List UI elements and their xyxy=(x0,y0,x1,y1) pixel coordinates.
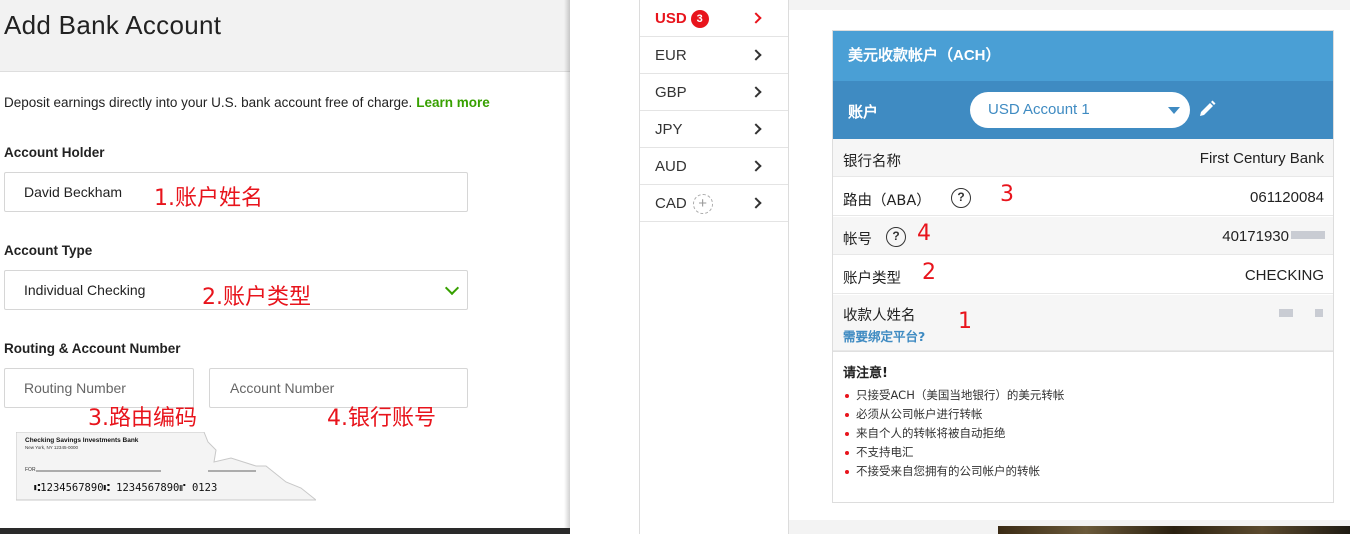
page-title: Add Bank Account xyxy=(4,10,222,40)
card-header: 美元收款帐户（ACH） xyxy=(833,31,1333,81)
chevron-down-icon xyxy=(444,280,460,296)
ach-account-card: 美元收款帐户（ACH） 账户 USD Account 1 银行名称 First … xyxy=(832,30,1334,503)
chevron-right-icon xyxy=(750,197,762,209)
row-key: 路由（ABA） xyxy=(843,193,931,209)
learn-more-link[interactable]: Learn more xyxy=(416,95,490,110)
currency-tab-aud[interactable]: AUD xyxy=(640,148,788,185)
row-bank-name: 银行名称 First Century Bank xyxy=(833,139,1333,177)
chevron-right-icon xyxy=(750,160,762,172)
notice-item: 不支持电汇 xyxy=(843,443,1333,462)
intro-sentence: Deposit earnings directly into your U.S.… xyxy=(4,95,413,110)
currency-code: CAD xyxy=(655,195,687,212)
currency-code: EUR xyxy=(655,47,687,64)
account-number-placeholder: Account Number xyxy=(230,380,335,396)
count-badge: 3 xyxy=(690,10,709,28)
help-circle-icon[interactable]: ? xyxy=(951,188,971,208)
currency-list: USD 3 EUR GBP JPY AUD CAD + xyxy=(639,0,789,534)
main-content: 美元收款帐户（ACH） 账户 USD Account 1 银行名称 First … xyxy=(789,10,1350,520)
row-value: First Century Bank xyxy=(1199,150,1324,167)
currency-tab-cad[interactable]: CAD + xyxy=(640,185,788,222)
currency-tab-eur[interactable]: EUR xyxy=(640,37,788,74)
add-bank-account-panel: Add Bank Account Deposit earnings direct… xyxy=(0,0,570,534)
background-strip xyxy=(998,526,1350,534)
row-value: CHECKING xyxy=(1244,267,1324,284)
account-select-value: USD Account 1 xyxy=(988,101,1090,118)
notice-item: 不接受来自您拥有的公司帐户的转帐 xyxy=(843,462,1333,481)
notice-title: 请注意! xyxy=(843,366,888,381)
check-for-label: FOR xyxy=(25,467,36,473)
account-number-annotation: 4.银行账号 xyxy=(327,406,436,431)
intro-text: Deposit earnings directly into your U.S.… xyxy=(4,95,490,110)
chevron-right-icon xyxy=(750,49,762,61)
redacted-name xyxy=(1315,309,1323,317)
pencil-icon[interactable] xyxy=(1196,98,1218,120)
row-account-number: 帐号 ? 4 40171930 xyxy=(833,217,1333,255)
notice-section: 请注意! 只接受ACH（美国当地银行）的美元转帐 必须从公司帐户进行转帐 来自个… xyxy=(833,351,1333,491)
notice-item: 来自个人的转帐将被自动拒绝 xyxy=(843,424,1333,443)
chevron-right-icon xyxy=(750,123,762,135)
notice-list: 只接受ACH（美国当地银行）的美元转帐 必须从公司帐户进行转帐 来自个人的转帐将… xyxy=(843,386,1333,481)
bind-platform-link[interactable]: 需要绑定平台? xyxy=(843,326,925,345)
title-bar: Add Bank Account xyxy=(0,0,570,72)
row-key: 帐号 xyxy=(843,232,872,248)
notice-item: 必须从公司帐户进行转帐 xyxy=(843,405,1333,424)
row-key: 银行名称 xyxy=(843,154,901,170)
check-bank-name: Checking Savings Investments Bank xyxy=(25,437,139,444)
row-routing: 路由（ABA） ? 3 061120084 xyxy=(833,178,1333,216)
check-bank-city: New York, NY 12345-0000 xyxy=(25,445,78,450)
currency-code: USD xyxy=(655,10,687,27)
panel-gap xyxy=(570,0,640,534)
row-account-type: 账户类型 2 CHECKING xyxy=(833,256,1333,294)
redacted-name xyxy=(1279,309,1293,317)
type-annotation-number: 2 xyxy=(922,260,936,285)
account-select[interactable]: USD Account 1 xyxy=(970,92,1190,128)
caret-down-icon xyxy=(1168,107,1180,114)
check-illustration: Checking Savings Investments Bank New Yo… xyxy=(16,432,316,501)
row-key: 账户类型 xyxy=(843,271,901,287)
account-holder-label: Account Holder xyxy=(4,145,105,160)
help-circle-icon[interactable]: ? xyxy=(886,227,906,247)
currency-code: GBP xyxy=(655,84,687,101)
chevron-right-icon xyxy=(750,86,762,98)
notice-item: 只接受ACH（美国当地银行）的美元转帐 xyxy=(843,386,1333,405)
currency-tab-usd[interactable]: USD 3 xyxy=(640,0,788,37)
routing-annotation: 3.路由编码 xyxy=(88,406,197,431)
account-type-label: Account Type xyxy=(4,243,93,258)
routing-section-label: Routing & Account Number xyxy=(4,341,181,356)
bottom-bar xyxy=(0,528,570,534)
chevron-right-icon xyxy=(750,12,762,24)
account-holder-value: David Beckham xyxy=(24,184,123,200)
receiving-account-panel: USD 3 EUR GBP JPY AUD CAD + 美元收款帐户（ACH） 账 xyxy=(570,0,1350,534)
account-type-value: Individual Checking xyxy=(24,282,146,298)
routing-number-placeholder: Routing Number xyxy=(24,380,126,396)
account-label: 账户 xyxy=(848,104,879,121)
account-selector-bar: 账户 USD Account 1 xyxy=(833,81,1333,139)
row-payee-name: 收款人姓名 需要绑定平台? 1 xyxy=(833,295,1333,351)
redacted-digits xyxy=(1291,231,1325,239)
check-micr-line: ⑆1234567890⑆ 1234567890⑈ 0123 xyxy=(34,482,217,494)
row-value: 061120084 xyxy=(1250,189,1324,206)
payee-annotation-number: 1 xyxy=(958,309,972,334)
currency-tab-jpy[interactable]: JPY xyxy=(640,111,788,148)
row-key: 收款人姓名 xyxy=(843,308,916,324)
currency-tab-gbp[interactable]: GBP xyxy=(640,74,788,111)
routing-annotation-number: 3 xyxy=(1000,182,1014,207)
account-type-annotation: 2.账户类型 xyxy=(202,285,311,310)
plus-circle-icon[interactable]: + xyxy=(692,194,713,214)
currency-code: AUD xyxy=(655,158,687,175)
account-holder-annotation: 1.账户姓名 xyxy=(154,186,263,211)
account-annotation-number: 4 xyxy=(917,221,931,246)
currency-code: JPY xyxy=(655,121,683,138)
row-value: 40171930 xyxy=(1222,228,1289,245)
